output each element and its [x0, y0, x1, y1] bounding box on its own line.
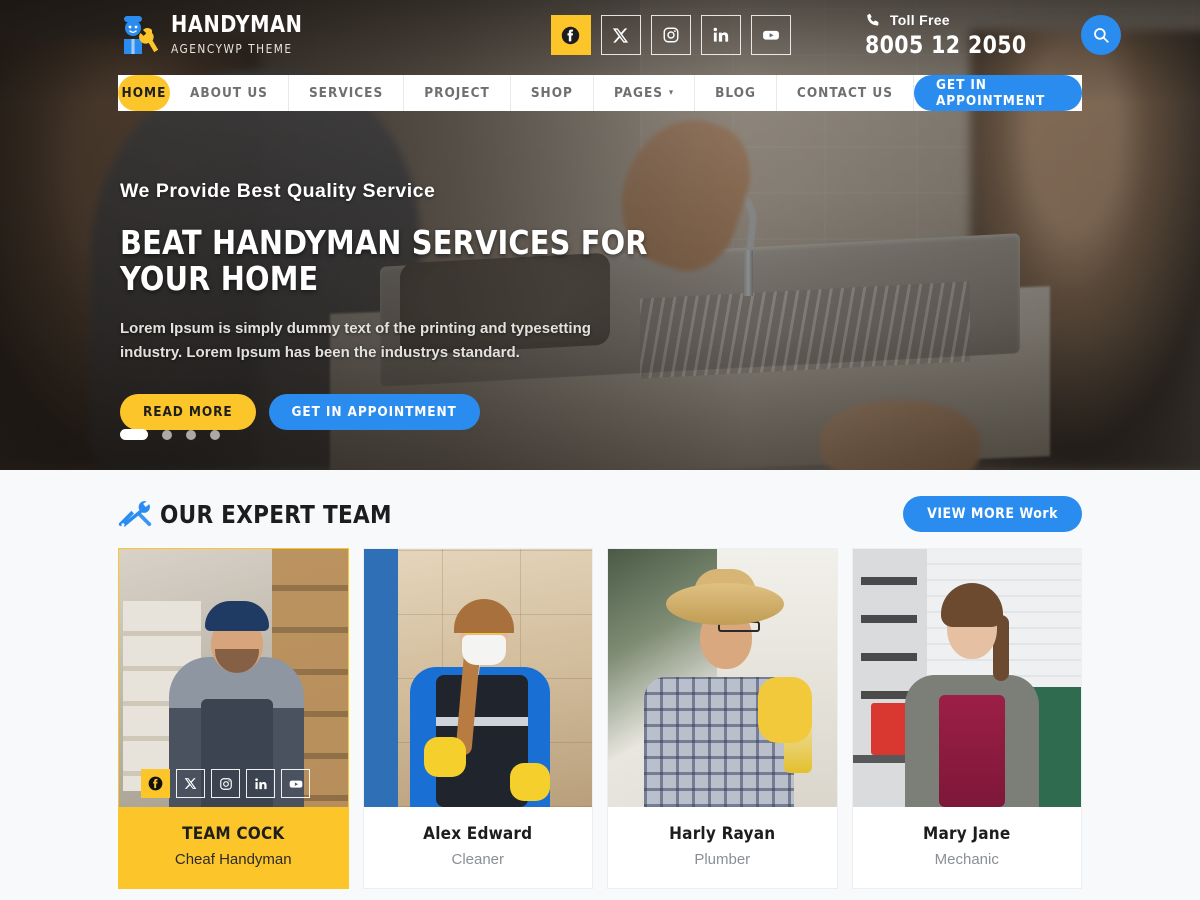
social-facebook[interactable] [141, 769, 170, 798]
nav-label: HOME [121, 85, 167, 101]
team-member-name: Harly Rayan [669, 824, 776, 844]
instagram-icon [663, 27, 679, 43]
team-member-role: Cleaner [451, 851, 505, 868]
nav-item-services[interactable]: SERVICES [289, 75, 405, 111]
nav-item-contact-us[interactable]: CONTACT US [777, 75, 914, 111]
linkedin-icon [713, 27, 728, 42]
team-card[interactable]: TEAM COCK Cheaf Handyman [118, 548, 349, 889]
carousel-dot-2[interactable] [162, 429, 172, 440]
nav-item-about-us[interactable]: ABOUT US [170, 75, 289, 111]
facebook-icon [562, 26, 580, 44]
phone-icon [867, 13, 879, 26]
hero-kicker: We Provide Best Quality Service [120, 180, 436, 202]
carousel-dot-3[interactable] [186, 429, 196, 440]
screwdriver-wrench-icon [118, 501, 152, 527]
search-button[interactable] [1080, 15, 1121, 55]
nav-label: PROJECT [424, 85, 490, 101]
section-title: OUR EXPERT TEAM [160, 499, 392, 529]
nav-appointment-button[interactable]: GET IN APPOINTMENT [914, 75, 1082, 111]
x-twitter-icon [613, 27, 629, 43]
social-x[interactable] [176, 769, 205, 798]
team-member-photo [852, 549, 1081, 807]
team-member-photo [363, 549, 592, 807]
social-youtube[interactable] [281, 769, 310, 798]
contact-phone[interactable]: 8005 12 2050 [865, 31, 1027, 59]
card-social-links [141, 769, 310, 798]
hero-banner: HANDYMAN AGENCYWP THEME Toll Free 8005 1… [0, 0, 1200, 470]
team-cards: TEAM COCK Cheaf Handyman Alex Edward Cle… [118, 548, 1082, 889]
expert-team-section: OUR EXPERT TEAM VIEW MORE Work TEAM COCK… [0, 470, 1200, 900]
read-more-button[interactable]: READ MORE [120, 394, 256, 431]
hero-content: We Provide Best Quality Service BEAT HAN… [120, 180, 760, 431]
team-member-role: Mechanic [934, 851, 999, 868]
nav-label: PAGES [613, 85, 664, 101]
hero-buttons: READ MORE GET IN APPOINTMENT [120, 394, 760, 431]
nav-item-shop[interactable]: SHOP [511, 75, 594, 111]
nav-item-blog[interactable]: BLOG [695, 75, 777, 111]
team-member-photo [608, 549, 837, 807]
social-facebook[interactable] [550, 15, 591, 55]
nav-label: SHOP [530, 85, 573, 101]
social-linkedin[interactable] [700, 15, 741, 55]
nav-label: ABOUT US [189, 85, 268, 101]
brand-subtitle: AGENCYWP THEME [171, 41, 293, 57]
nav-label: CONTACT US [796, 85, 893, 101]
carousel-indicators [120, 429, 220, 440]
team-member-name: Mary Jane [923, 824, 1011, 844]
brand-title: HANDYMAN [171, 12, 303, 39]
carousel-dot-1[interactable] [120, 429, 148, 440]
contact-info: Toll Free 8005 12 2050 [865, 12, 1035, 59]
team-member-name: Alex Edward [423, 824, 533, 844]
team-card[interactable]: Alex Edward Cleaner [362, 548, 593, 889]
team-member-role: Plumber [694, 851, 751, 868]
chevron-down-icon: ▾ [669, 88, 675, 98]
team-member-photo [119, 549, 348, 807]
team-header: OUR EXPERT TEAM VIEW MORE Work [118, 496, 1082, 532]
nav-label: BLOG [715, 85, 756, 101]
instagram-icon [219, 777, 232, 790]
brand-logo[interactable]: HANDYMAN AGENCYWP THEME [118, 13, 311, 57]
linkedin-icon [254, 777, 267, 789]
nav-item-home[interactable]: HOME [118, 75, 170, 111]
team-card[interactable]: Mary Jane Mechanic [851, 548, 1082, 889]
hero-appointment-button[interactable]: GET IN APPOINTMENT [268, 394, 480, 431]
social-youtube[interactable] [750, 15, 791, 55]
view-more-work-button[interactable]: VIEW MORE Work [903, 496, 1082, 532]
social-x[interactable] [600, 15, 641, 55]
x-twitter-icon [184, 778, 197, 789]
search-icon [1094, 28, 1109, 43]
team-member-name: TEAM COCK [182, 824, 285, 844]
hero-description: Lorem Ipsum is simply dummy text of the … [120, 319, 591, 362]
main-navigation: HOME ABOUT US SERVICES PROJECT SHOP PAGE… [118, 75, 1082, 111]
nav-item-project[interactable]: PROJECT [404, 75, 511, 111]
nav-label: SERVICES [308, 85, 384, 101]
nav-item-pages[interactable]: PAGES ▾ [594, 75, 696, 111]
header-social-links [550, 15, 791, 55]
team-member-role: Cheaf Handyman [174, 851, 292, 868]
social-instagram[interactable] [211, 769, 240, 798]
handyman-worker-wrench-icon [124, 16, 159, 54]
top-bar: HANDYMAN AGENCYWP THEME Toll Free 8005 1… [0, 0, 1200, 70]
carousel-dot-4[interactable] [210, 429, 220, 440]
youtube-icon [762, 30, 779, 40]
social-linkedin[interactable] [246, 769, 275, 798]
social-instagram[interactable] [650, 15, 691, 55]
facebook-icon [148, 776, 163, 791]
team-card[interactable]: Harly Rayan Plumber [607, 548, 838, 889]
hero-title: BEAT HANDYMAN SERVICES FOR YOUR HOME [120, 223, 648, 299]
contact-label: Toll Free [889, 11, 950, 28]
youtube-icon [289, 780, 302, 788]
